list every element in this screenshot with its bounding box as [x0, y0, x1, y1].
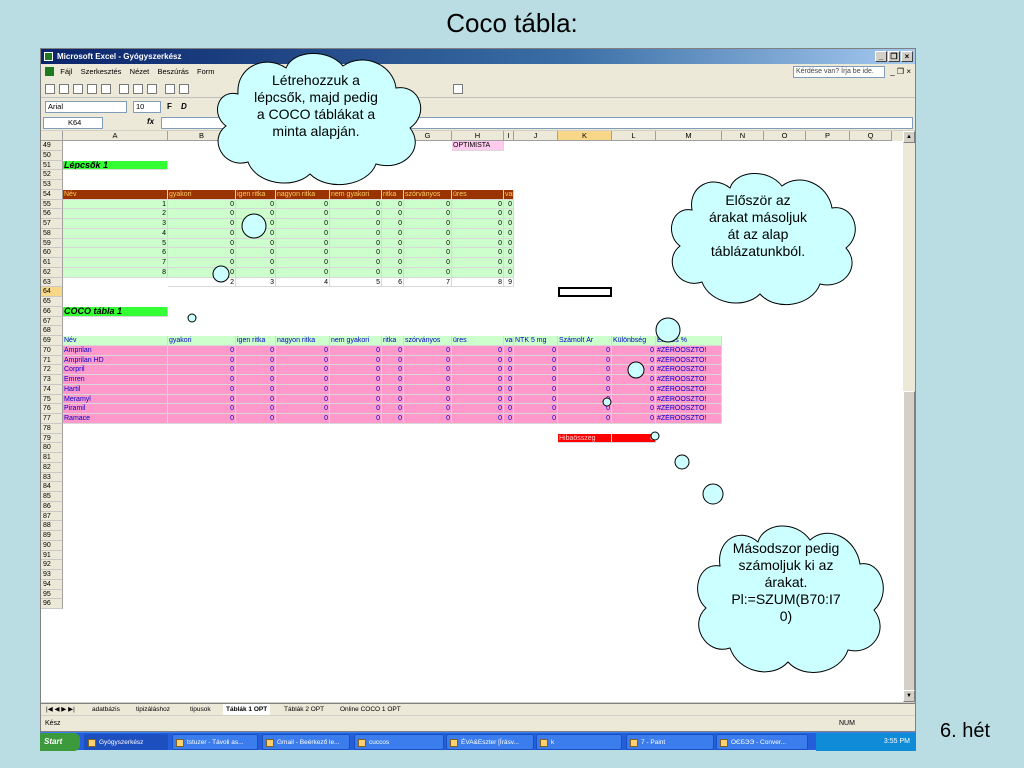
callout-3-line-2: számoljuk ki az — [738, 557, 834, 573]
callout-2-bubble-large — [655, 317, 681, 343]
callout-2-line-1: Először az — [725, 192, 791, 208]
callout-3-line-4: Pl:=SZUM(B70:I7 — [731, 591, 841, 607]
callout-cloud-2: Először az árakat másoljuk át az alap tá… — [656, 162, 860, 312]
callout-1-bubble-large — [241, 213, 267, 239]
callout-3-bubble-medium — [674, 454, 690, 470]
callout-2-bubble-small — [602, 397, 612, 407]
callout-3-bubble-small — [650, 431, 660, 441]
callout-3-bubble-large — [702, 483, 724, 505]
callout-2-line-3: át az alap — [727, 226, 789, 242]
callout-2-bubble-medium — [627, 361, 645, 379]
callout-1-bubble-small — [187, 313, 197, 323]
callout-2-line-4: táblázatunkból. — [710, 243, 806, 259]
callout-3-line-1: Másodszor pedig — [732, 540, 840, 556]
callout-1-bubble-medium — [212, 265, 230, 283]
callout-2-line-2: árakat másoljuk — [708, 209, 808, 225]
callout-3-line-3: árakat. — [764, 574, 808, 590]
callout-3-line-5: 0) — [779, 608, 793, 624]
week-label: 6. hét — [940, 720, 991, 742]
callout-cloud-3: Másodszor pedig számoljuk ki az árakat. … — [684, 514, 888, 680]
